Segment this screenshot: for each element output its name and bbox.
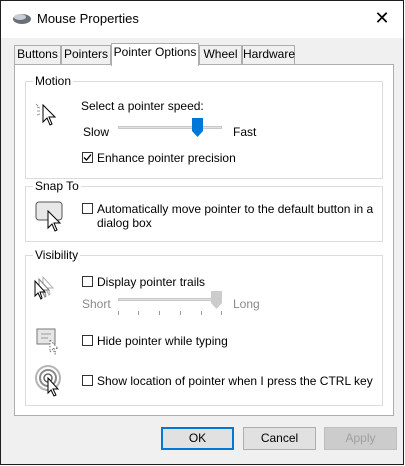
tab-pointer-options[interactable]: Pointer Options <box>111 43 199 66</box>
fast-label: Fast <box>233 125 257 139</box>
snap-to-group-title: Snap To <box>33 179 81 193</box>
show-location-label[interactable]: Show location of pointer when I press th… <box>97 374 373 388</box>
pointer-speed-label: Select a pointer speed: <box>81 99 204 113</box>
enhance-precision-label[interactable]: Enhance pointer precision <box>97 151 236 165</box>
tab-hardware[interactable]: Hardware <box>242 45 295 64</box>
pointer-speed-icon <box>35 103 57 126</box>
slider-tick <box>118 311 119 315</box>
cancel-button[interactable]: Cancel <box>243 427 316 450</box>
mouse-properties-window: Mouse Properties ✕ Buttons Pointers Poin… <box>0 0 404 465</box>
slider-tick <box>180 311 181 315</box>
slow-label: Slow <box>83 125 110 139</box>
hide-while-typing-checkbox[interactable] <box>82 335 93 346</box>
slider-tick <box>221 311 222 315</box>
enhance-precision-checkbox[interactable] <box>82 152 93 163</box>
tab-buttons[interactable]: Buttons <box>14 45 61 64</box>
visibility-group-title: Visibility <box>33 248 81 262</box>
snap-to-group: Snap To Automatically move pointer to th… <box>25 179 383 242</box>
checkmark-icon <box>83 154 92 161</box>
apply-button[interactable]: Apply <box>324 427 397 450</box>
motion-group-title: Motion <box>33 74 74 88</box>
slider-tick <box>159 311 160 315</box>
close-button[interactable]: ✕ <box>371 8 393 30</box>
pointer-options-panel: Motion Select a pointer speed: Slow Fast… <box>14 64 394 416</box>
pointer-trails-icon <box>34 275 55 300</box>
snap-to-label-line2[interactable]: dialog box <box>97 216 152 230</box>
window-title: Mouse Properties <box>37 11 139 26</box>
pointer-trails-checkbox[interactable] <box>82 276 93 287</box>
show-location-icon <box>35 365 61 397</box>
snap-to-label-line1[interactable]: Automatically move pointer to the defaul… <box>97 202 373 216</box>
tab-wheel[interactable]: Wheel <box>199 45 242 64</box>
motion-group: Motion Select a pointer speed: Slow Fast… <box>25 74 383 179</box>
snap-to-button-icon <box>35 201 63 232</box>
ok-button[interactable]: OK <box>161 427 234 450</box>
snap-to-checkbox[interactable] <box>82 203 93 214</box>
slider-thumb[interactable] <box>211 291 222 309</box>
long-label: Long <box>233 297 260 311</box>
tab-pointers[interactable]: Pointers <box>61 45 111 64</box>
slider-thumb[interactable] <box>192 118 203 137</box>
pointer-speed-slider[interactable] <box>118 118 222 140</box>
show-location-checkbox[interactable] <box>82 375 93 386</box>
slider-track <box>118 298 222 301</box>
hide-while-typing-label[interactable]: Hide pointer while typing <box>97 334 228 348</box>
visibility-group: Visibility Display pointer trails Short … <box>25 248 383 406</box>
short-label: Short <box>82 297 111 311</box>
mouse-icon <box>13 14 31 24</box>
slider-track <box>118 126 222 129</box>
title-bar[interactable]: Mouse Properties ✕ <box>1 1 403 38</box>
slider-tick <box>138 311 139 315</box>
hide-pointer-icon <box>36 328 60 355</box>
pointer-trails-label[interactable]: Display pointer trails <box>97 275 205 289</box>
slider-tick <box>201 311 202 315</box>
pointer-trails-slider[interactable] <box>118 291 222 315</box>
